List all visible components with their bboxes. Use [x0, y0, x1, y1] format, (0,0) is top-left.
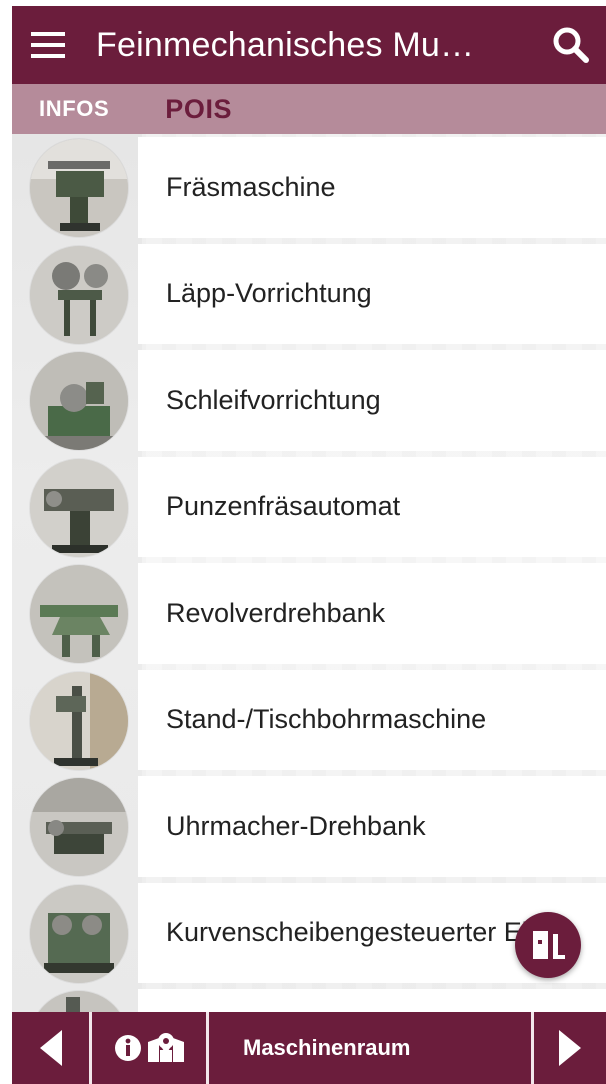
tab-pois[interactable]: POIS — [165, 94, 232, 125]
poi-card[interactable]: Schleifvorrichtung — [138, 350, 606, 451]
poi-thumbnail — [30, 352, 128, 450]
poi-thumbnail — [30, 245, 128, 344]
poi-label: Schleifvorrichtung — [166, 384, 381, 415]
poi-list: Fräsmaschine Läpp-Vorrichtung Schleifvor… — [12, 134, 606, 1012]
arrow-left-icon — [39, 1030, 62, 1066]
poi-label: Fräsmaschine — [166, 171, 336, 202]
poi-item-laepp-vorrichtung[interactable]: Läpp-Vorrichtung — [12, 241, 606, 348]
poi-label: Kurvenscheibengesteuerter Ein — [166, 917, 543, 948]
app-bar: Feinmechanisches Mu… — [12, 6, 606, 84]
poi-thumbnail — [30, 884, 128, 983]
poi-list-area[interactable]: Fräsmaschine Läpp-Vorrichtung Schleifvor… — [12, 134, 606, 1012]
info-circle-icon — [115, 1035, 141, 1061]
poi-thumbnail — [30, 139, 128, 237]
search-icon — [553, 27, 589, 63]
room-info-button[interactable] — [92, 1012, 209, 1084]
menu-button[interactable] — [12, 6, 84, 84]
poi-label: Uhrmacher-Drehbank — [166, 810, 426, 841]
poi-card[interactable]: Stand-/Tischbohrmaschine — [138, 669, 606, 770]
poi-label: Stand-/Tischbohrmaschine — [166, 704, 487, 735]
poi-card[interactable] — [138, 989, 606, 1012]
app-screen: Feinmechanisches Mu… INFOS POIS Fräsmasc… — [0, 0, 606, 1084]
map-marker-icon — [148, 1033, 184, 1062]
tab-infos[interactable]: INFOS — [39, 96, 109, 122]
bottom-bar: Maschinenraum — [12, 1012, 606, 1084]
poi-card[interactable]: Revolverdrehbank — [138, 563, 606, 664]
poi-card[interactable]: Läpp-Vorrichtung — [138, 243, 606, 344]
poi-label: Läpp-Vorrichtung — [166, 278, 372, 309]
hamburger-menu-icon — [31, 32, 65, 58]
arrow-right-icon — [559, 1030, 581, 1066]
poi-card[interactable]: Punzenfräsautomat — [138, 456, 606, 557]
poi-card[interactable]: Uhrmacher-Drehbank — [138, 776, 606, 877]
previous-room-button[interactable] — [12, 1012, 92, 1084]
poi-item-punzenfraesautomat[interactable]: Punzenfräsautomat — [12, 454, 606, 561]
poi-item-revolverdrehbank[interactable]: Revolverdrehbank — [12, 560, 606, 667]
poi-thumbnail — [30, 778, 128, 876]
poi-card[interactable]: Fräsmaschine — [138, 137, 606, 238]
poi-thumbnail — [30, 458, 128, 557]
poi-thumbnail — [30, 991, 128, 1012]
room-name: Maschinenraum — [209, 1012, 534, 1084]
search-button[interactable] — [536, 6, 606, 84]
exit-button[interactable] — [515, 912, 581, 978]
tab-bar: INFOS POIS — [12, 84, 606, 134]
poi-item-fraesmaschine[interactable]: Fräsmaschine — [12, 134, 606, 241]
poi-item-schleifvorrichtung[interactable]: Schleifvorrichtung — [12, 347, 606, 454]
poi-item-partial[interactable] — [12, 986, 606, 1012]
poi-label: Revolverdrehbank — [166, 597, 386, 628]
poi-item-stand-tischbohrmaschine[interactable]: Stand-/Tischbohrmaschine — [12, 667, 606, 774]
poi-item-uhrmacher-drehbank[interactable]: Uhrmacher-Drehbank — [12, 773, 606, 880]
poi-thumbnail — [30, 671, 128, 770]
app-title: Feinmechanisches Mu… — [96, 25, 475, 64]
door-exit-icon — [533, 931, 565, 959]
next-room-button[interactable] — [534, 1012, 606, 1084]
poi-label: Punzenfräsautomat — [166, 491, 401, 522]
poi-thumbnail — [30, 565, 128, 663]
